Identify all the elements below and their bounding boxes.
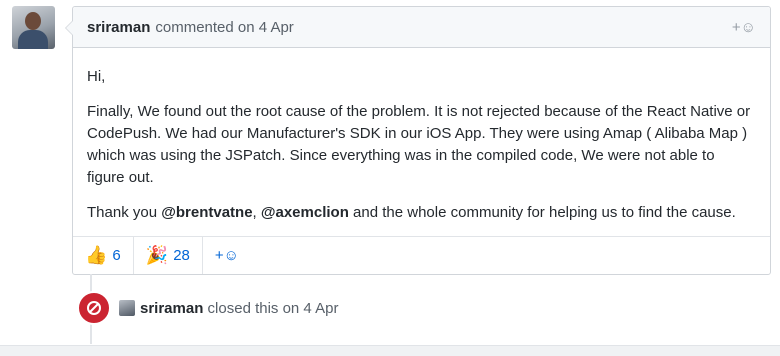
thumbs-up-icon: 👍	[85, 245, 108, 266]
actor-avatar[interactable]	[119, 300, 135, 316]
comment-header: sriraman commented on 4 Apr +☺	[73, 7, 770, 48]
event-text: sriraman closed this on 4 Apr	[140, 300, 338, 317]
event-description: closed this on 4 Apr	[207, 299, 339, 317]
comment-greeting: Hi,	[87, 68, 106, 85]
comment-box: sriraman commented on 4 Apr +☺ Hi, Final…	[65, 6, 771, 275]
commenter-avatar[interactable]	[12, 6, 55, 49]
reaction-thumbs-up[interactable]: 👍 6	[73, 237, 134, 274]
reaction-hooray[interactable]: 🎉 28	[134, 237, 203, 274]
reactions-bar: 👍 6 🎉 28 +☺	[73, 236, 770, 274]
closed-circle-icon	[77, 291, 111, 325]
reaction-count: 28	[173, 247, 190, 264]
hooray-icon: 🎉	[145, 245, 169, 266]
mention-brentvatne[interactable]: @brentvatne	[161, 204, 252, 221]
comment-thanks: Thank you @brentvatne, @axemclion and th…	[87, 204, 736, 221]
add-reaction-button[interactable]: +☺	[203, 237, 251, 274]
comment-author[interactable]: sriraman	[87, 19, 150, 36]
mention-axemclion[interactable]: @axemclion	[261, 204, 349, 221]
comment-body: Hi, Finally, We found out the root cause…	[73, 48, 770, 224]
event-actor[interactable]: sriraman	[140, 300, 203, 317]
bottom-divider	[0, 345, 780, 356]
comment-paragraph: Finally, We found out the root cause of …	[87, 103, 751, 186]
add-reaction-header-button[interactable]: +☺	[732, 19, 756, 36]
closed-event: sriraman closed this on 4 Apr	[77, 291, 338, 325]
reaction-count: 6	[112, 247, 121, 264]
comment-meta[interactable]: commented on 4 Apr	[155, 19, 293, 36]
